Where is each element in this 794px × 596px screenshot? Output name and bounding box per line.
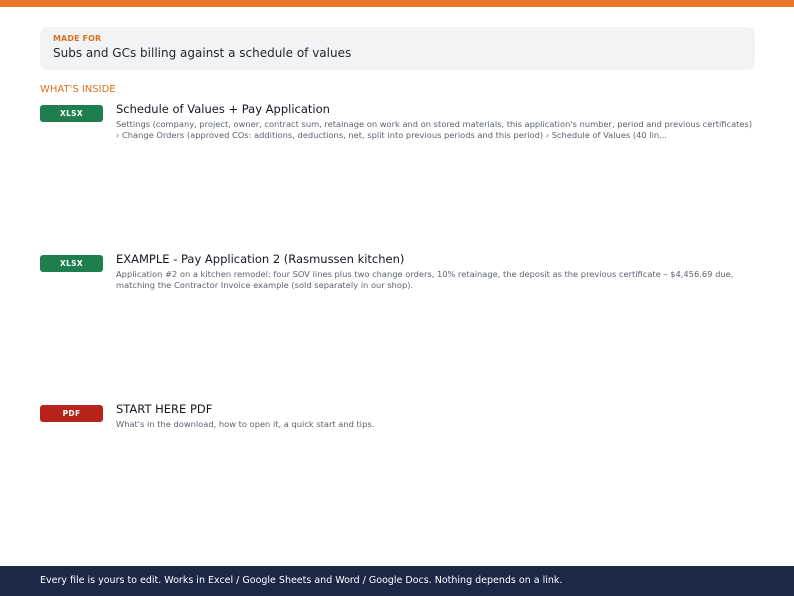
made-for-label: MADE FOR xyxy=(53,34,102,43)
whats-inside-heading: WHAT'S INSIDE xyxy=(40,84,116,95)
file-body: Schedule of Values + Pay Application Set… xyxy=(116,102,756,140)
made-for-panel: MADE FOR Subs and GCs billing against a … xyxy=(40,27,755,70)
page: MADE FOR Subs and GCs billing against a … xyxy=(0,0,794,596)
file-title: EXAMPLE - Pay Application 2 (Rasmussen k… xyxy=(116,252,405,266)
file-type-badge: XLSX xyxy=(40,255,103,272)
file-title: START HERE PDF xyxy=(116,402,213,416)
file-description: Settings (company, project, owner, contr… xyxy=(116,119,753,140)
file-title: Schedule of Values + Pay Application xyxy=(116,102,330,116)
file-description: Application #2 on a kitchen remodel: fou… xyxy=(116,269,734,290)
footer-note: Every file is yours to edit. Works in Ex… xyxy=(0,566,794,596)
accent-bar xyxy=(0,0,794,7)
file-body: EXAMPLE - Pay Application 2 (Rasmussen k… xyxy=(116,252,756,290)
file-description: What's in the download, how to open it, … xyxy=(116,419,375,429)
file-type-badge: XLSX xyxy=(40,105,103,122)
file-body: START HERE PDF What's in the download, h… xyxy=(116,402,756,430)
file-type-badge: PDF xyxy=(40,405,103,422)
made-for-text: Subs and GCs billing against a schedule … xyxy=(53,46,352,60)
